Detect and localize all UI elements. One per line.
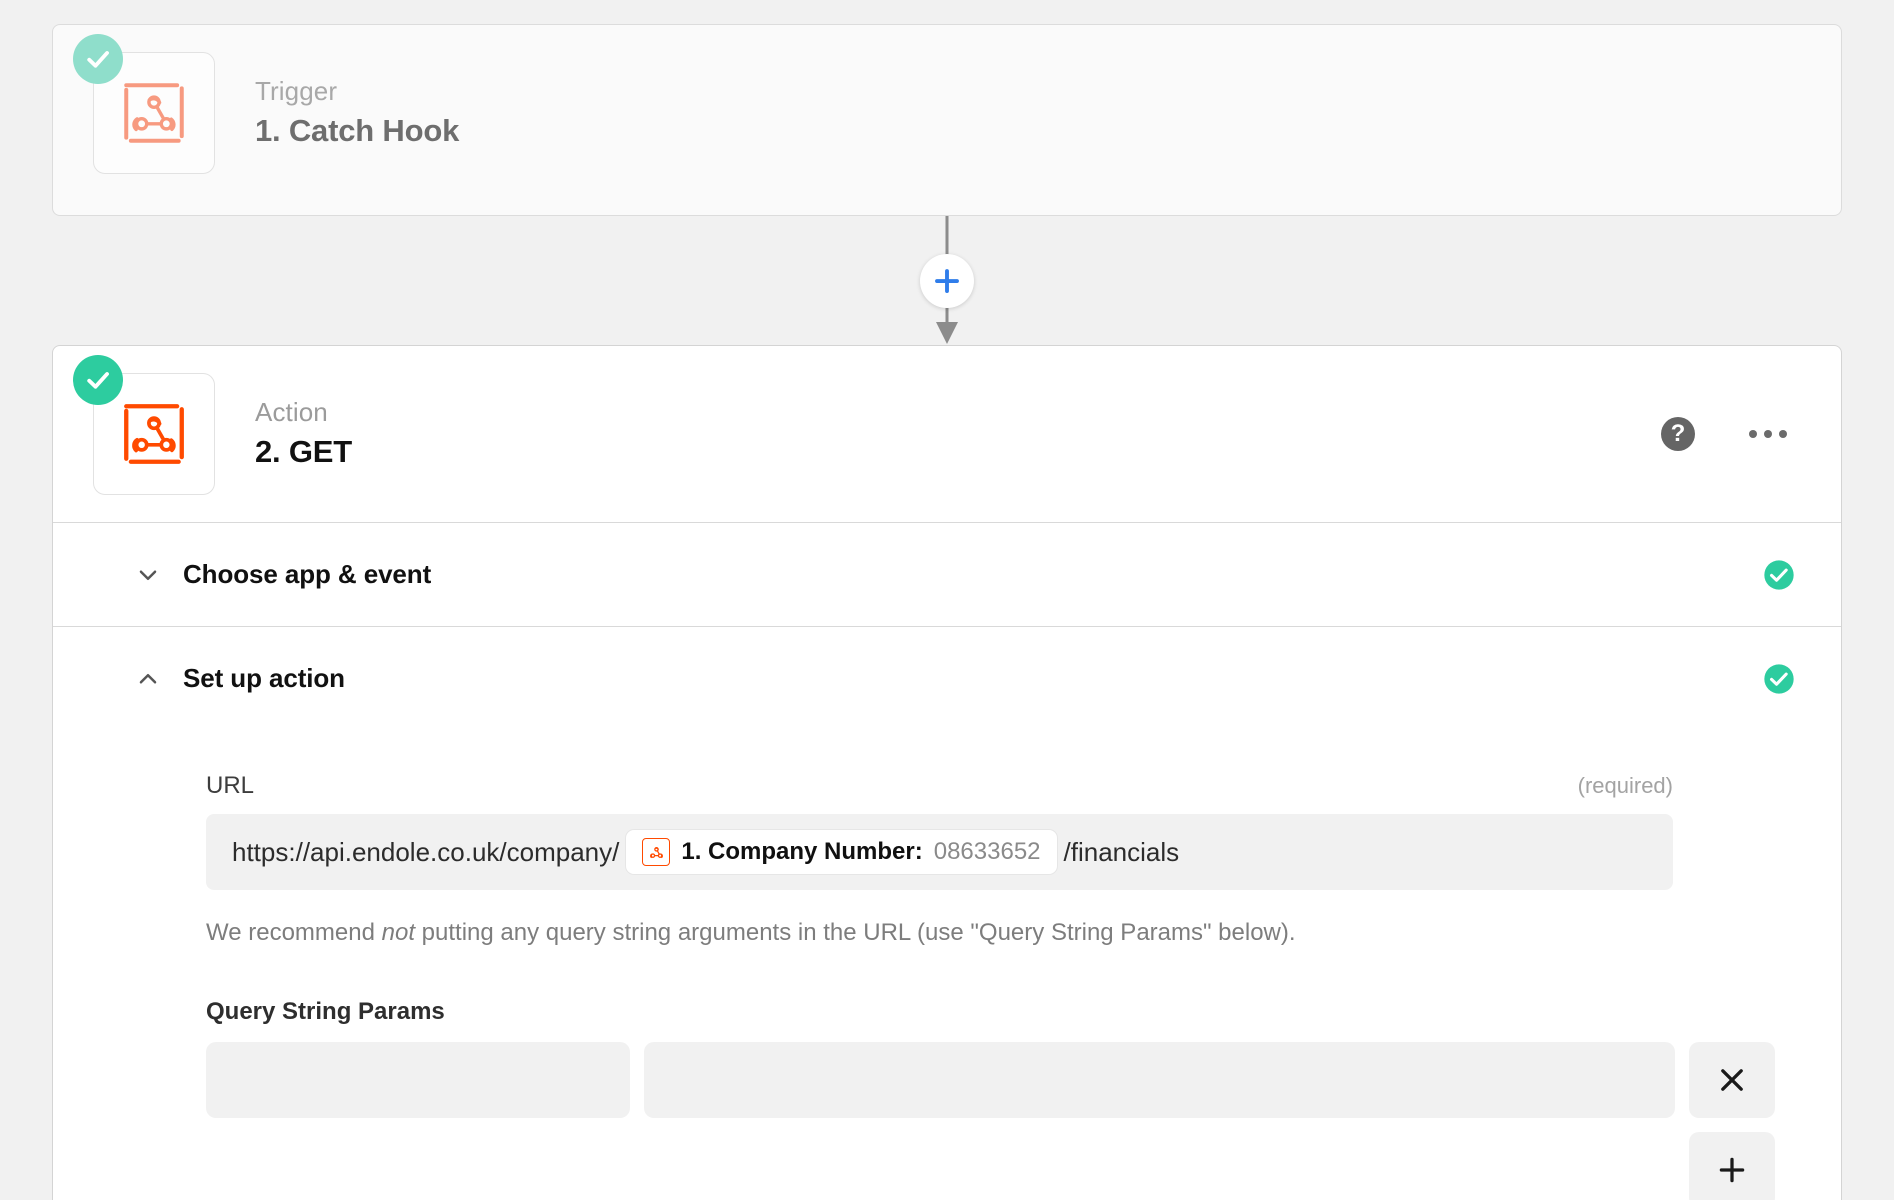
chevron-up-icon (133, 664, 163, 694)
url-help-emphasis: not (381, 919, 415, 946)
action-app-icon-wrap (73, 355, 215, 495)
section-choose-app-event-status-icon (1763, 559, 1795, 591)
webhook-icon (642, 838, 671, 866)
trigger-step-title: 1. Catch Hook (255, 112, 460, 148)
url-suffix-text: /financials (1063, 836, 1180, 867)
add-step-button[interactable] (920, 253, 974, 308)
ellipsis-icon[interactable] (1747, 422, 1789, 446)
section-choose-app-event-title: Choose app & event (183, 559, 432, 589)
trigger-step-kind: Trigger (255, 75, 338, 106)
url-prefix-text: https://api.endole.co.uk/company/ (232, 836, 620, 867)
url-field-help-text: We recommend not putting any query strin… (206, 916, 1775, 950)
plus-icon (1719, 1157, 1745, 1182)
url-help-suffix: putting any query string arguments in th… (415, 919, 1296, 946)
trigger-status-check-icon (73, 34, 123, 84)
url-token-pill[interactable]: 1. Company Number: 08633652 (626, 830, 1057, 874)
url-field-required-note: (required) (1577, 773, 1673, 798)
trigger-header-text: Trigger 1. Catch Hook (255, 74, 459, 152)
section-set-up-action-status-icon (1763, 663, 1795, 695)
step-connector (0, 216, 1894, 345)
trigger-card-header[interactable]: Trigger 1. Catch Hook (53, 25, 1841, 201)
chevron-down-icon (133, 560, 163, 590)
query-string-params-add-row (206, 1131, 1775, 1200)
remove-query-param-button[interactable] (1689, 1041, 1775, 1118)
close-icon (1721, 1068, 1743, 1091)
action-status-check-icon (73, 355, 123, 405)
action-header-actions: ? (1661, 417, 1789, 451)
section-set-up-action: Set up action URL (required) https://api… (53, 626, 1841, 1200)
action-step-title: 2. GET (255, 433, 352, 469)
url-input[interactable]: https://api.endole.co.uk/company/ 1. Com… (206, 814, 1673, 890)
action-card-header[interactable]: Action 2. GET ? (53, 346, 1841, 522)
action-header-text: Action 2. GET (255, 395, 352, 473)
section-set-up-action-title: Set up action (183, 663, 345, 693)
section-choose-app-event: Choose app & event (53, 522, 1841, 626)
plus-icon (935, 268, 959, 293)
url-field-label-row: URL (required) (206, 772, 1775, 800)
help-circle-icon[interactable]: ? (1661, 417, 1695, 451)
section-choose-app-event-header[interactable]: Choose app & event (53, 523, 1841, 626)
action-step-kind: Action (255, 396, 328, 427)
query-string-params-row (206, 1041, 1775, 1118)
section-set-up-action-header[interactable]: Set up action (53, 627, 1841, 730)
query-param-value-input[interactable] (644, 1041, 1675, 1118)
url-token-label: 1. Company Number: (681, 838, 923, 865)
set-up-action-form: URL (required) https://api.endole.co.uk/… (53, 730, 1841, 1200)
url-help-prefix: We recommend (206, 919, 382, 946)
step-card-trigger[interactable]: Trigger 1. Catch Hook (52, 24, 1842, 216)
add-query-param-button[interactable] (1689, 1131, 1775, 1200)
query-string-params-label: Query String Params (206, 997, 445, 1025)
url-token-value: 08633652 (933, 838, 1041, 865)
step-card-action[interactable]: Action 2. GET ? Choose app & event Set u… (52, 345, 1842, 1200)
zap-editor-canvas: Trigger 1. Catch Hook Action 2. GET ? Ch… (0, 0, 1894, 1200)
url-field-label: URL (206, 772, 255, 799)
trigger-app-icon-wrap (73, 34, 215, 174)
query-param-key-input[interactable] (206, 1041, 630, 1118)
